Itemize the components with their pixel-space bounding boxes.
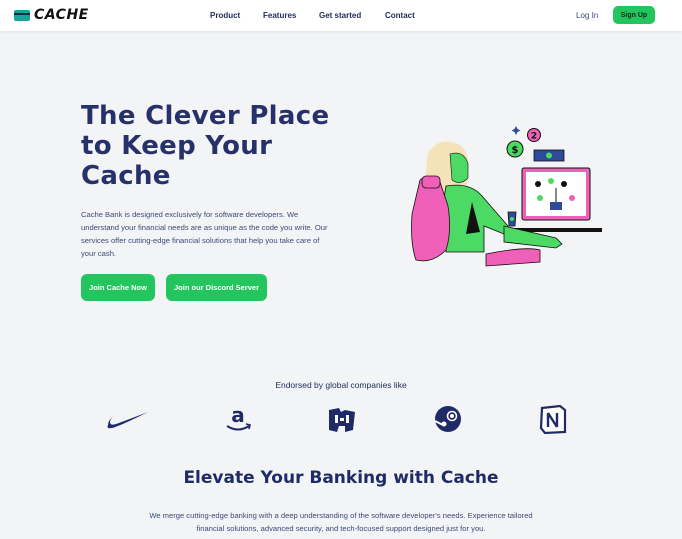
steam-logo-icon	[433, 404, 463, 434]
svg-text:$: $	[512, 145, 519, 156]
hero-title-line: to Keep Your	[81, 131, 273, 161]
hero-title-line: Cache	[81, 161, 171, 191]
hero-title-line: The Clever Place	[81, 101, 330, 131]
hero-illustration: 2 $	[410, 122, 610, 272]
nike-logo-icon	[106, 404, 150, 434]
minecraft-logo-icon	[326, 404, 358, 434]
top-navigation: CACHE Product Features Get started Conta…	[0, 0, 682, 31]
nav-link-features[interactable]: Features	[263, 11, 296, 20]
amazon-logo-icon: a	[223, 404, 253, 434]
login-link[interactable]: Log In	[576, 11, 598, 20]
endorsed-heading: Endorsed by global companies like	[275, 380, 407, 390]
svg-text:2: 2	[531, 132, 537, 142]
svg-text:a: a	[231, 404, 245, 427]
features-title: Elevate Your Banking with Cache	[183, 468, 499, 488]
nav-link-get-started[interactable]: Get started	[319, 11, 361, 20]
hero-title: The Clever Place to Keep Your Cache	[81, 101, 361, 191]
nav-link-contact[interactable]: Contact	[385, 11, 415, 20]
features-description: We merge cutting-edge banking with a dee…	[149, 511, 533, 533]
join-cache-button[interactable]: Join Cache Now	[81, 274, 155, 301]
hero-description: Cache Bank is designed exclusively for s…	[81, 210, 328, 258]
nav-link-product[interactable]: Product	[210, 11, 240, 20]
notion-logo-icon	[538, 404, 568, 434]
signup-button[interactable]: Sign Up	[613, 6, 655, 24]
join-discord-button[interactable]: Join our Discord Server	[166, 274, 267, 301]
